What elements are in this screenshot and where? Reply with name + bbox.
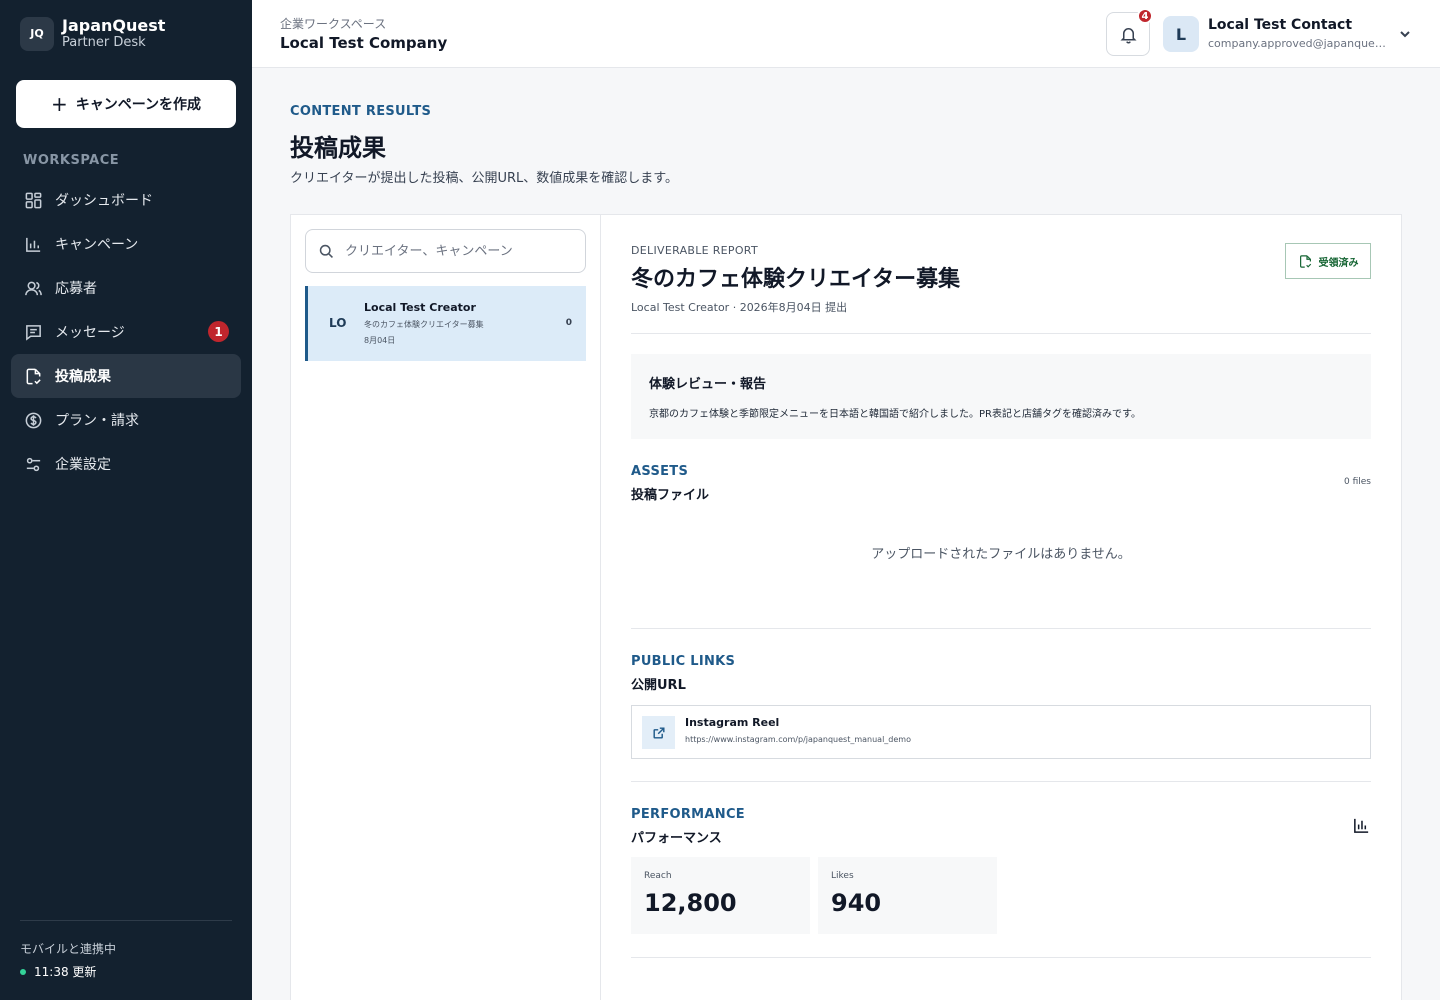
user-menu-chevron[interactable]	[1398, 24, 1412, 44]
deliverable-detail: DELIVERABLE REPORT 冬のカフェ体験クリエイター募集 Local…	[631, 215, 1371, 1000]
review-title: 体験レビュー・報告	[649, 377, 767, 392]
brand[interactable]: JQ JapanQuest Partner Desk	[20, 16, 165, 51]
bar-chart-icon	[23, 234, 43, 254]
sidebar: JQ JapanQuest Partner Desk + キャンペーンを作成 W…	[0, 0, 252, 1000]
metric-label: Reach	[644, 871, 672, 881]
workspace-caption: 企業ワークスペース	[280, 17, 387, 31]
mobile-sync-status: 11:38 更新	[20, 963, 96, 980]
sidebar-item-label: 応募者	[55, 281, 97, 297]
sidebar-item-label: メッセージ	[55, 325, 125, 341]
search-input[interactable]	[345, 243, 575, 259]
review-box: 体験レビュー・報告 京都のカフェ体験と季節限定メニューを日本語と韓国語で紹介しま…	[631, 354, 1371, 439]
report-title: 冬のカフェ体験クリエイター募集	[631, 267, 961, 292]
sidebar-item-label: ダッシュボード	[55, 193, 153, 209]
bar-chart-icon[interactable]	[1351, 815, 1371, 835]
links-eyebrow: PUBLIC LINKS	[631, 654, 736, 669]
report-eyebrow: DELIVERABLE REPORT	[631, 244, 758, 257]
external-link-icon	[642, 716, 675, 749]
brand-subtitle: Partner Desk	[62, 35, 146, 50]
document-check-icon	[1299, 254, 1311, 268]
review-text: 京都のカフェ体験と季節限定メニューを日本語と韓国語で紹介しました。PR表記と店舗…	[649, 409, 1141, 420]
search-box[interactable]	[305, 229, 586, 273]
performance-eyebrow: PERFORMANCE	[631, 807, 745, 822]
workspace-section-label: WORKSPACE	[23, 153, 120, 168]
public-link-card[interactable]: Instagram Reel https://www.instagram.com…	[631, 705, 1371, 759]
content-results-panel: LO Local Test Creator 冬のカフェ体験クリエイター募集 8月…	[290, 214, 1402, 1000]
divider	[631, 781, 1371, 782]
sync-status-dot	[20, 968, 26, 975]
status-label: 受領済み	[1318, 257, 1359, 269]
link-title: Instagram Reel	[685, 716, 780, 729]
user-avatar[interactable]: L	[1163, 16, 1199, 52]
sidebar-item-campaigns[interactable]: キャンペーン	[11, 222, 241, 266]
report-meta: Local Test Creator · 2026年8月04日 提出	[631, 301, 848, 314]
mobile-sync-label: モバイルと連携中	[20, 942, 117, 956]
creator-name: Local Test Creator	[364, 301, 476, 314]
dollar-icon	[23, 410, 43, 430]
metric-value: 940	[831, 889, 882, 917]
metric-card-reach: Reach 12,800	[631, 857, 810, 934]
page-description: クリエイターが提出した投稿、公開URL、数値成果を確認します。	[290, 171, 678, 186]
assets-eyebrow: ASSETS	[631, 464, 689, 479]
assets-title: 投稿ファイル	[631, 488, 710, 503]
messages-unread-badge: 1	[208, 321, 229, 342]
sidebar-nav: ダッシュボード キャンペーン 応募者 メッセージ 1 投稿成果 プラン・請求 企…	[11, 178, 241, 486]
brand-logo: JQ	[20, 16, 54, 51]
performance-title: パフォーマンス	[631, 831, 722, 846]
dashboard-icon	[23, 190, 43, 210]
search-icon	[319, 244, 333, 258]
top-bar: 企業ワークスペース Local Test Company 4 L Local T…	[252, 0, 1440, 68]
sidebar-item-billing[interactable]: プラン・請求	[11, 398, 241, 442]
sidebar-item-label: 企業設定	[55, 457, 111, 473]
metric-value: 12,800	[644, 889, 737, 917]
assets-empty-message: アップロードされたファイルはありません。	[871, 547, 1131, 562]
users-icon	[23, 278, 43, 298]
sidebar-item-label: 投稿成果	[55, 369, 111, 385]
received-status-button[interactable]: 受領済み	[1285, 243, 1371, 279]
metric-label: Likes	[831, 871, 854, 881]
metric-card-likes: Likes 940	[818, 857, 997, 934]
user-email: company.approved@japanquest.local	[1208, 37, 1388, 50]
notifications-badge: 4	[1137, 8, 1153, 24]
create-campaign-label: キャンペーンを作成	[75, 97, 202, 113]
link-url[interactable]: https://www.instagram.com/p/japanquest_m…	[685, 735, 911, 744]
divider	[631, 333, 1371, 334]
sidebar-item-content-results[interactable]: 投稿成果	[11, 354, 241, 398]
files-count: 0 files	[1344, 477, 1371, 487]
sidebar-divider	[20, 920, 232, 921]
submission-count: 0	[565, 318, 572, 328]
user-name[interactable]: Local Test Contact	[1208, 17, 1352, 33]
divider	[631, 957, 1371, 958]
submission-list-item[interactable]: LO Local Test Creator 冬のカフェ体験クリエイター募集 8月…	[305, 286, 586, 361]
document-check-icon	[23, 366, 43, 386]
sidebar-item-messages[interactable]: メッセージ 1	[11, 310, 241, 354]
links-title: 公開URL	[631, 678, 686, 693]
page-title: 投稿成果	[290, 134, 386, 162]
create-campaign-button[interactable]: + キャンペーンを作成	[16, 80, 236, 128]
sidebar-item-label: プラン・請求	[55, 413, 139, 429]
notifications-button[interactable]: 4	[1106, 8, 1153, 56]
settings-sliders-icon	[23, 454, 43, 474]
sidebar-item-dashboard[interactable]: ダッシュボード	[11, 178, 241, 222]
company-name: Local Test Company	[280, 34, 448, 52]
brand-name: JapanQuest	[62, 16, 166, 35]
divider	[631, 628, 1371, 629]
submission-date: 8月04日	[364, 336, 396, 345]
plus-icon: +	[50, 92, 68, 116]
creator-initials: LO	[329, 316, 347, 330]
submission-list: LO Local Test Creator 冬のカフェ体験クリエイター募集 8月…	[291, 215, 601, 1000]
bell-icon	[1119, 27, 1137, 43]
sidebar-item-label: キャンペーン	[55, 237, 139, 253]
page-eyebrow: CONTENT RESULTS	[290, 104, 432, 119]
sidebar-item-applicants[interactable]: 応募者	[11, 266, 241, 310]
message-icon	[23, 322, 43, 342]
sync-time-text: 11:38 更新	[34, 965, 97, 979]
chevron-down-icon	[1400, 31, 1410, 38]
sidebar-item-company-settings[interactable]: 企業設定	[11, 442, 241, 486]
campaign-name: 冬のカフェ体験クリエイター募集	[364, 320, 484, 329]
